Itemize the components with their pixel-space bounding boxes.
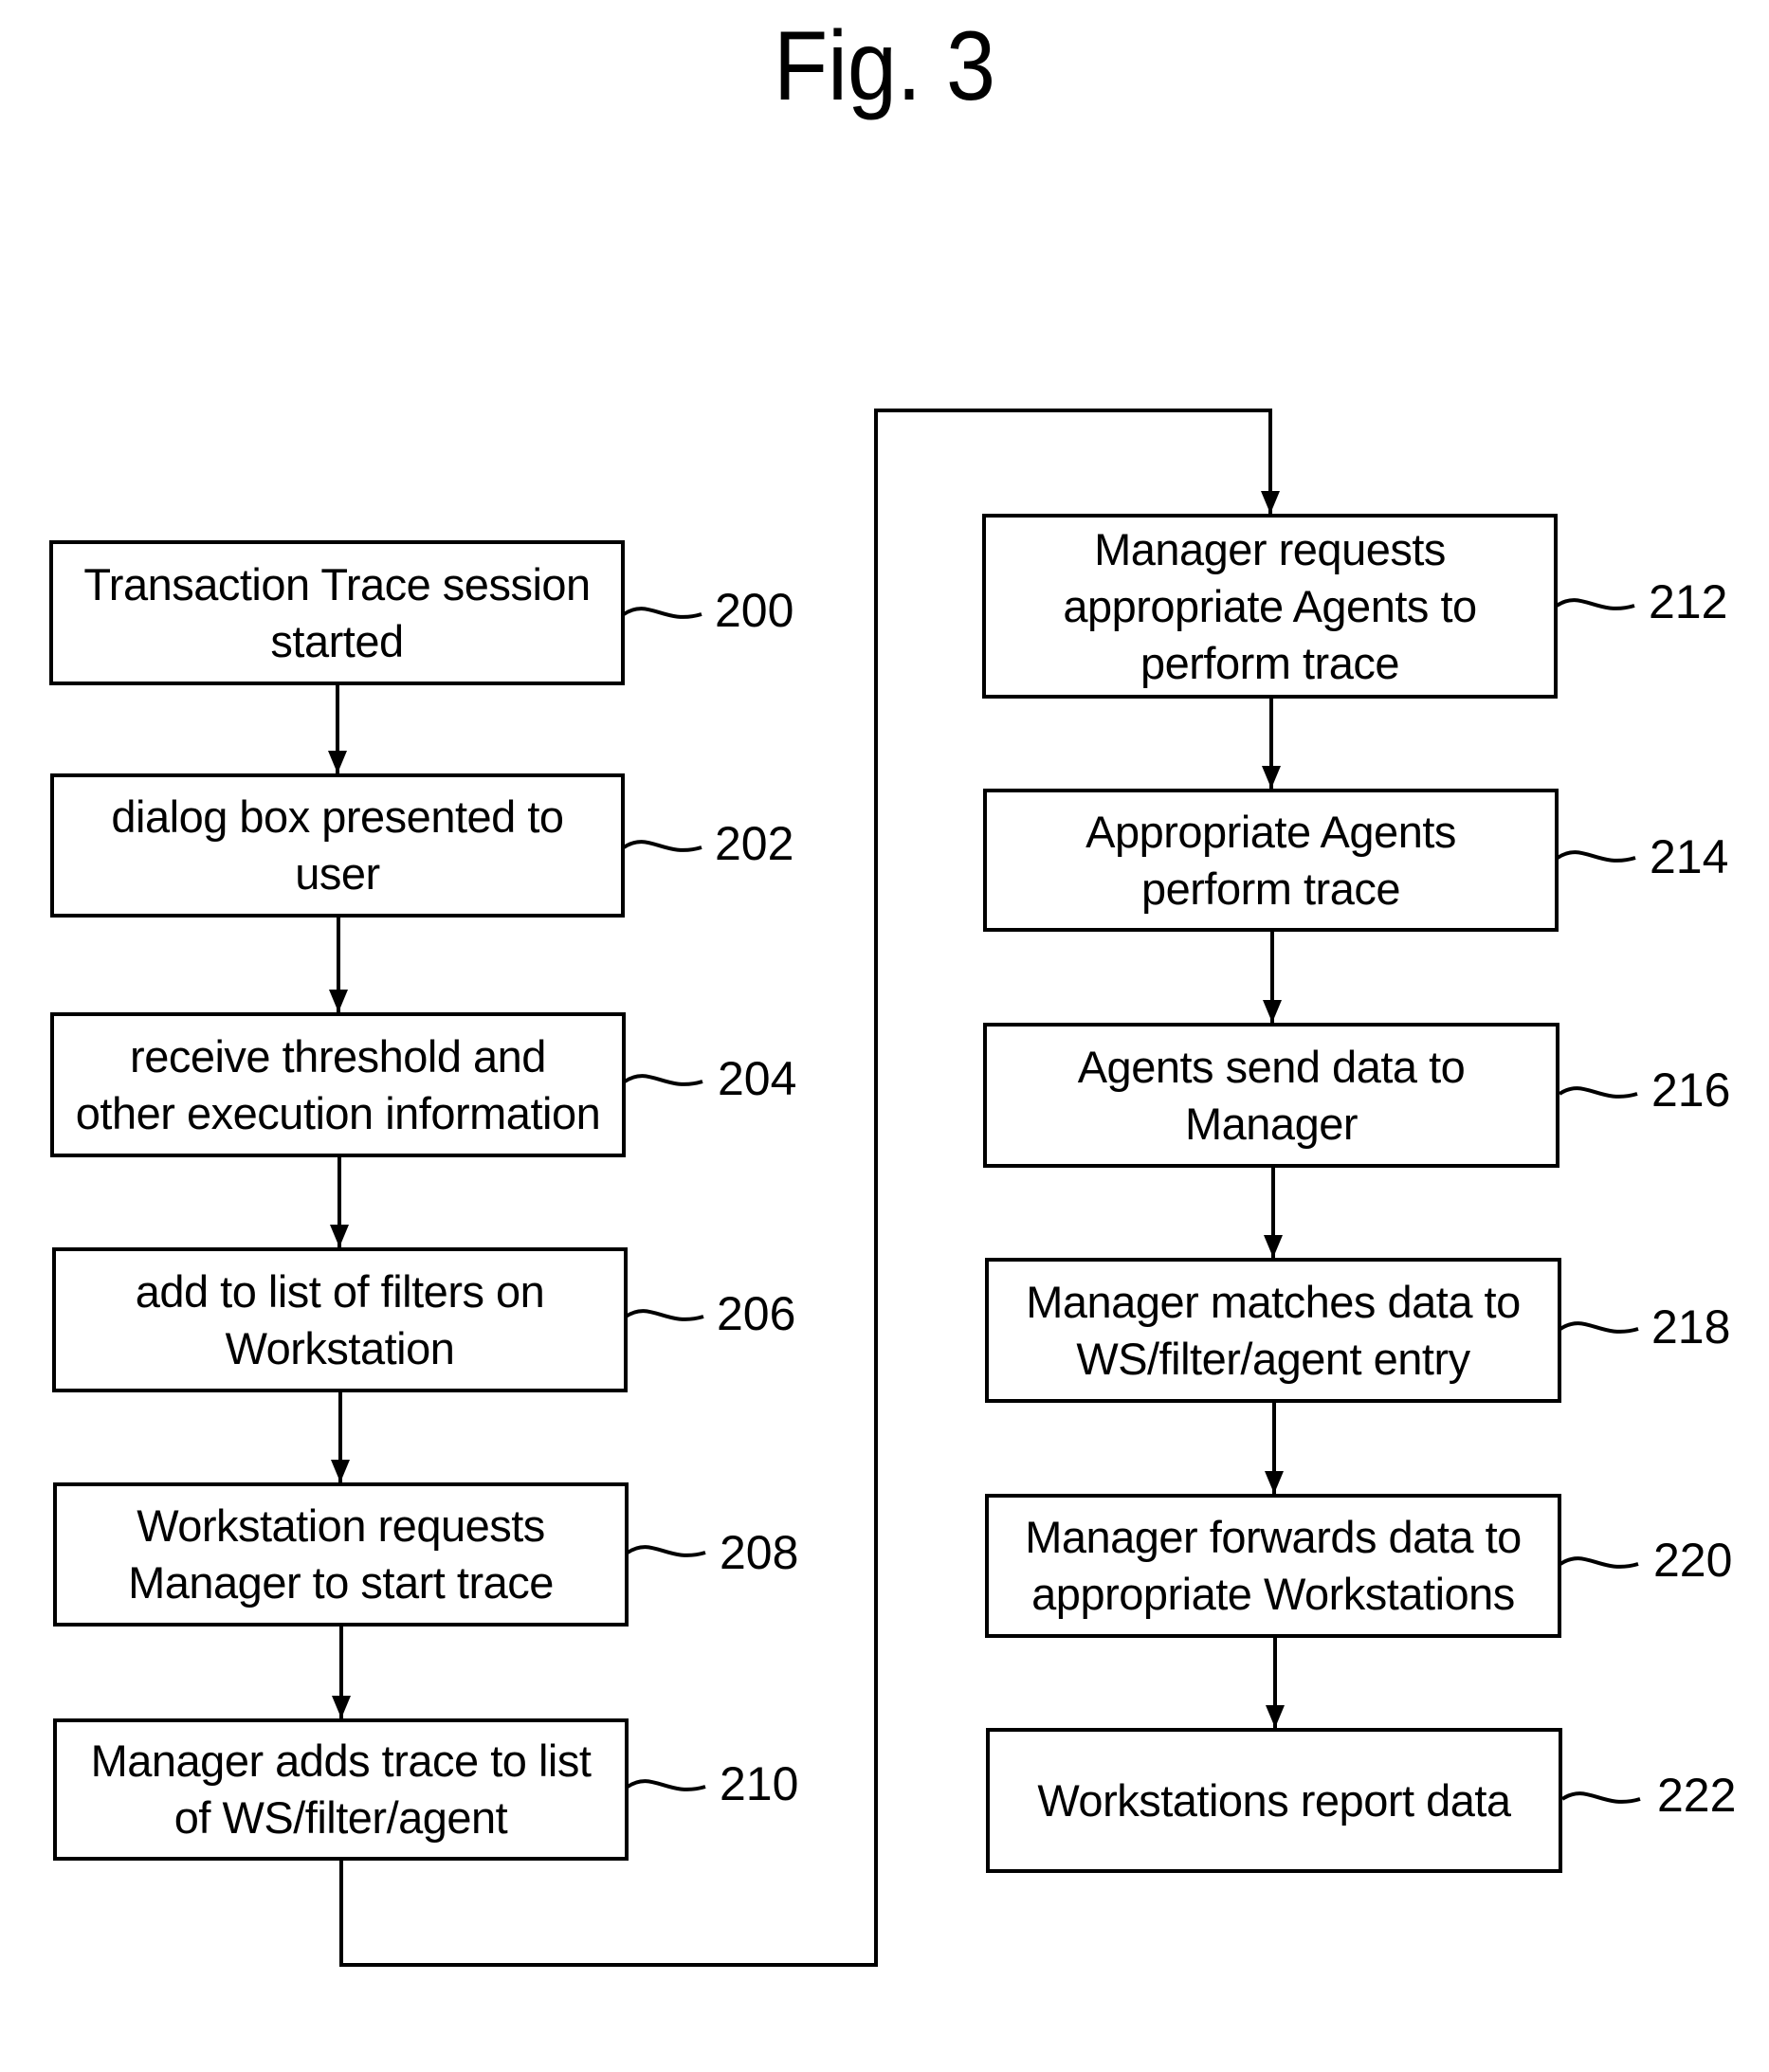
step-text: Agents send data to Manager: [1077, 1041, 1466, 1149]
leader-208: [626, 1545, 706, 1557]
leader-202: [622, 840, 702, 852]
ref-numeral-210: 210: [720, 1757, 799, 1810]
leader-206: [624, 1309, 704, 1321]
arrowhead: [328, 751, 347, 773]
step-box-220: Manager forwards data to appropriate Wor…: [985, 1494, 1561, 1638]
step-box-204: receive threshold and other execution in…: [50, 1012, 626, 1157]
leader-222: [1560, 1791, 1641, 1804]
ref-numeral-212: 212: [1649, 575, 1728, 628]
step-text: Transaction Trace session started: [83, 558, 591, 666]
step-box-208: Workstation requests Manager to start tr…: [53, 1482, 629, 1627]
leader-212: [1555, 598, 1635, 610]
arrowhead: [1263, 1000, 1282, 1023]
leader-220: [1559, 1556, 1639, 1569]
step-text: Manager adds trace to list of WS/filter/…: [90, 1736, 592, 1843]
arrowhead: [330, 1225, 349, 1247]
step-text: Appropriate Agents perform trace: [1085, 806, 1456, 914]
ref-numeral-208: 208: [720, 1526, 799, 1579]
ref-numeral-220: 220: [1653, 1534, 1733, 1587]
leader-216: [1558, 1086, 1638, 1099]
arrowhead: [1266, 1705, 1285, 1728]
arrowhead: [329, 990, 348, 1012]
step-box-200: Transaction Trace session started: [49, 540, 625, 685]
leader-204: [623, 1074, 703, 1086]
step-box-218: Manager matches data to WS/filter/agent …: [985, 1258, 1561, 1403]
leader-210: [626, 1779, 706, 1791]
arrowhead: [1262, 766, 1281, 789]
ref-numeral-214: 214: [1650, 830, 1729, 883]
step-box-210: Manager adds trace to list of WS/filter/…: [53, 1718, 629, 1861]
step-box-212: Manager requests appropriate Agents to p…: [982, 514, 1558, 699]
ref-numeral-200: 200: [715, 584, 794, 637]
leader-218: [1559, 1321, 1639, 1334]
ref-numeral-222: 222: [1657, 1769, 1737, 1822]
step-text: add to list of filters on Workstation: [135, 1265, 545, 1373]
step-text: Manager requests appropriate Agents to p…: [1063, 523, 1477, 688]
leader-214: [1556, 850, 1636, 863]
ref-numeral-206: 206: [717, 1287, 796, 1340]
step-text: Workstations report data: [1037, 1774, 1511, 1826]
ref-numeral-218: 218: [1651, 1300, 1731, 1354]
arrowhead: [1265, 1471, 1284, 1494]
leader-200: [622, 607, 702, 619]
step-text: Workstation requests Manager to start tr…: [128, 1500, 554, 1608]
ref-numeral-204: 204: [718, 1052, 797, 1105]
arrowhead: [1264, 1235, 1283, 1258]
arrowhead: [1261, 491, 1280, 514]
step-box-222: Workstations report data: [986, 1728, 1562, 1873]
step-box-206: add to list of filters on Workstation: [52, 1247, 628, 1392]
step-text: receive threshold and other execution in…: [75, 1030, 601, 1138]
ref-numeral-216: 216: [1651, 1063, 1731, 1117]
arrowhead: [331, 1460, 350, 1482]
ref-numeral-202: 202: [715, 817, 794, 870]
step-text: Manager forwards data to appropriate Wor…: [1025, 1512, 1522, 1619]
arrowhead: [332, 1696, 351, 1718]
step-box-216: Agents send data to Manager: [983, 1023, 1559, 1168]
step-box-202: dialog box presented to user: [50, 773, 625, 918]
step-box-214: Appropriate Agents perform trace: [983, 789, 1559, 932]
step-text: dialog box presented to user: [111, 791, 564, 899]
step-text: Manager matches data to WS/filter/agent …: [1026, 1276, 1521, 1384]
